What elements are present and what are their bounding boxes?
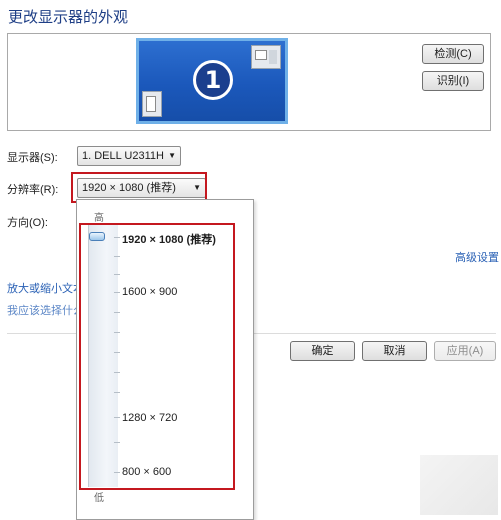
apply-button[interactable]: 应用(A) xyxy=(434,341,496,361)
display-label: 显示器(S): xyxy=(7,152,58,164)
slider-high-label: 高 xyxy=(94,213,104,224)
resolution-label: 分辨率(R): xyxy=(7,184,59,196)
which-settings-link[interactable]: 我应该选择什么 xyxy=(7,302,84,318)
highlight-box-resolution-list xyxy=(79,223,235,490)
advanced-settings-link[interactable]: 高级设置 xyxy=(455,249,499,265)
window-preview-icon xyxy=(142,91,162,117)
orientation-label: 方向(O): xyxy=(7,217,48,229)
window-preview-icon xyxy=(251,45,281,69)
identify-button[interactable]: 识别(I) xyxy=(422,71,484,91)
chevron-down-icon: ▼ xyxy=(168,151,176,160)
display-select-value: 1. DELL U2311H xyxy=(82,150,164,162)
display-select[interactable]: 1. DELL U2311H ▼ xyxy=(77,146,181,166)
slider-low-label: 低 xyxy=(94,493,104,504)
detect-button[interactable]: 检测(C) xyxy=(422,44,484,64)
text-size-link[interactable]: 放大或缩小文本 xyxy=(7,280,84,296)
cancel-button[interactable]: 取消 xyxy=(362,341,427,361)
page-title: 更改显示器的外观 xyxy=(8,9,129,26)
monitor-thumbnail[interactable]: 1 xyxy=(136,38,288,124)
blurred-watermark xyxy=(420,455,498,515)
ok-button[interactable]: 确定 xyxy=(290,341,355,361)
monitor-number-badge: 1 xyxy=(193,60,233,100)
